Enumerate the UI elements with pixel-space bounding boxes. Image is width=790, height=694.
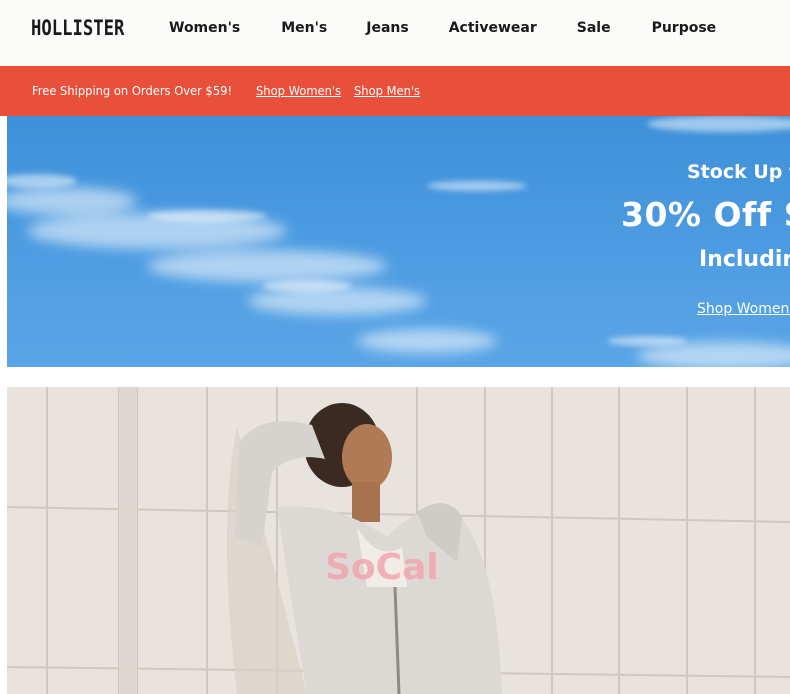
- sky-clouds-image: [7, 116, 790, 367]
- hero-heading: Stock Up fo: [687, 161, 790, 183]
- hero-banner[interactable]: Stock Up fo 30% Off Se Includin Shop Wom…: [7, 116, 790, 367]
- nav-womens[interactable]: Women's: [169, 18, 240, 38]
- nav-activewear[interactable]: Activewear: [449, 18, 537, 38]
- hero-shop-womens-link[interactable]: Shop Women's: [697, 301, 790, 317]
- hoodie-print: SoCal: [325, 547, 439, 588]
- nav-sale[interactable]: Sale: [577, 18, 611, 38]
- promo-shop-womens-link[interactable]: Shop Women's: [256, 83, 341, 98]
- nav-mens[interactable]: Men's: [281, 18, 327, 38]
- brand-logo[interactable]: HOLLISTER: [31, 16, 124, 40]
- main-nav: Women's Men's Jeans Activewear Sale Purp…: [169, 18, 716, 38]
- promo-text: Free Shipping on Orders Over $59!: [32, 83, 233, 98]
- hero-offer: 30% Off Se: [621, 195, 790, 234]
- promo-shop-mens-link[interactable]: Shop Men's: [354, 83, 420, 98]
- model-photo[interactable]: SoCal: [7, 387, 790, 694]
- promo-banner: Free Shipping on Orders Over $59! Shop W…: [0, 66, 790, 116]
- hero-subheading: Includin: [699, 247, 790, 272]
- nav-purpose[interactable]: Purpose: [652, 18, 717, 38]
- nav-jeans[interactable]: Jeans: [366, 18, 408, 38]
- site-header: HOLLISTER Women's Men's Jeans Activewear…: [0, 0, 790, 66]
- model-photo-image: SoCal: [7, 387, 790, 694]
